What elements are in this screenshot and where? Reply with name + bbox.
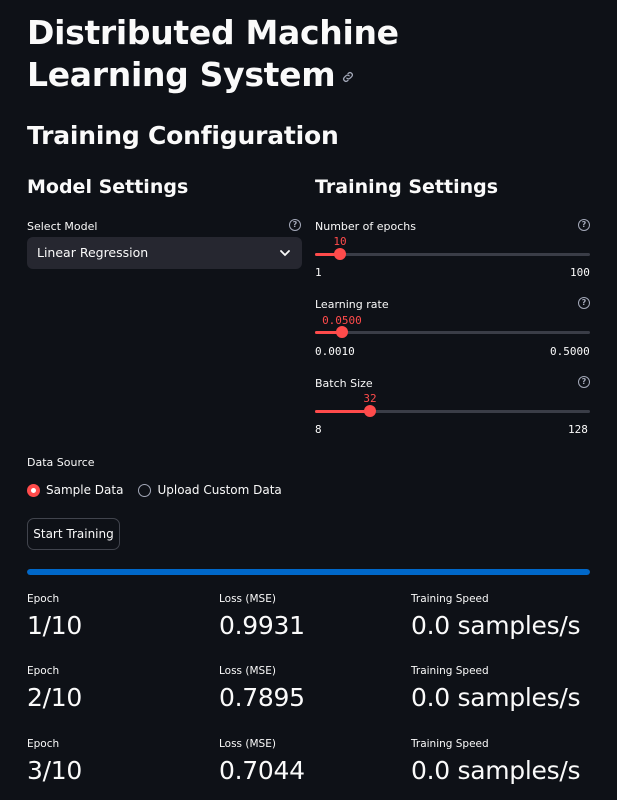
epoch-metric-label: Epoch [27,738,60,750]
batch-size-slider-value: 32 [363,392,377,405]
speed-metric-value: 0.0 samples/s [411,756,581,785]
radio-upload-custom-data[interactable]: Upload Custom Data [138,483,282,497]
loss-metric-label: Loss (MSE) [219,593,276,605]
epoch-metric-label: Epoch [27,665,60,677]
link-icon[interactable] [341,70,355,84]
select-model-label: Select Model [27,220,98,233]
batch-size-label: Batch Size [315,377,373,390]
model-settings-title: Model Settings [27,176,189,198]
epochs-min: 1 [315,266,322,279]
loss-metric-value: 0.7044 [219,756,305,785]
learning-rate-min: 0.0010 [315,345,355,358]
loss-metric-value: 0.7895 [219,683,305,712]
model-select-value: Linear Regression [37,245,149,260]
epoch-metric-value: 2/10 [27,683,82,712]
batch-size-slider[interactable] [315,405,590,417]
loss-metric-label: Loss (MSE) [219,665,276,677]
epoch-metric-label: Epoch [27,593,60,605]
learning-rate-max: 0.5000 [550,345,590,358]
section-title: Training Configuration [27,121,339,150]
training-settings-title: Training Settings [315,176,499,198]
model-select[interactable]: Linear Regression [27,237,302,269]
radio-sample-data[interactable]: Sample Data [27,483,123,497]
epoch-metric-value: 3/10 [27,756,82,785]
help-icon[interactable]: ? [578,376,590,388]
epochs-slider-value: 10 [333,235,347,248]
radio-selected-icon[interactable] [27,483,40,497]
help-icon[interactable]: ? [578,297,590,309]
epoch-metric-value: 1/10 [27,611,82,640]
epochs-max: 100 [570,266,590,279]
batch-size-slider-thumb[interactable] [364,405,376,417]
help-icon[interactable]: ? [289,219,301,231]
batch-size-slider-fill [315,410,370,413]
training-progress-bar [27,569,590,575]
app-page: Distributed Machine Learning System Trai… [0,0,617,800]
training-progress-fill [27,569,590,575]
speed-metric-label: Training Speed [411,738,489,750]
speed-metric-label: Training Speed [411,665,489,677]
loss-metric-label: Loss (MSE) [219,738,276,750]
chevron-down-icon [280,250,290,257]
radio-upload-custom-data-label: Upload Custom Data [157,483,282,497]
speed-metric-value: 0.0 samples/s [411,611,581,640]
speed-metric-value: 0.0 samples/s [411,683,581,712]
epochs-slider-thumb[interactable] [334,248,347,260]
app-title: Distributed Machine Learning System [27,12,547,96]
help-icon[interactable]: ? [578,219,590,231]
data-source-label: Data Source [27,456,95,469]
batch-size-max: 128 [568,423,588,436]
epochs-slider[interactable] [315,248,590,260]
learning-rate-label: Learning rate [315,298,389,311]
loss-metric-value: 0.9931 [219,611,305,640]
learning-rate-slider[interactable] [315,326,590,338]
start-training-button[interactable]: Start Training [27,518,120,550]
epochs-label: Number of epochs [315,220,417,233]
radio-unselected-icon[interactable] [138,483,152,497]
radio-sample-data-label: Sample Data [46,483,124,497]
batch-size-min: 8 [315,423,322,436]
learning-rate-slider-thumb[interactable] [335,326,348,338]
speed-metric-label: Training Speed [411,593,489,605]
data-source-radio-group: Sample Data Upload Custom Data [27,483,297,497]
